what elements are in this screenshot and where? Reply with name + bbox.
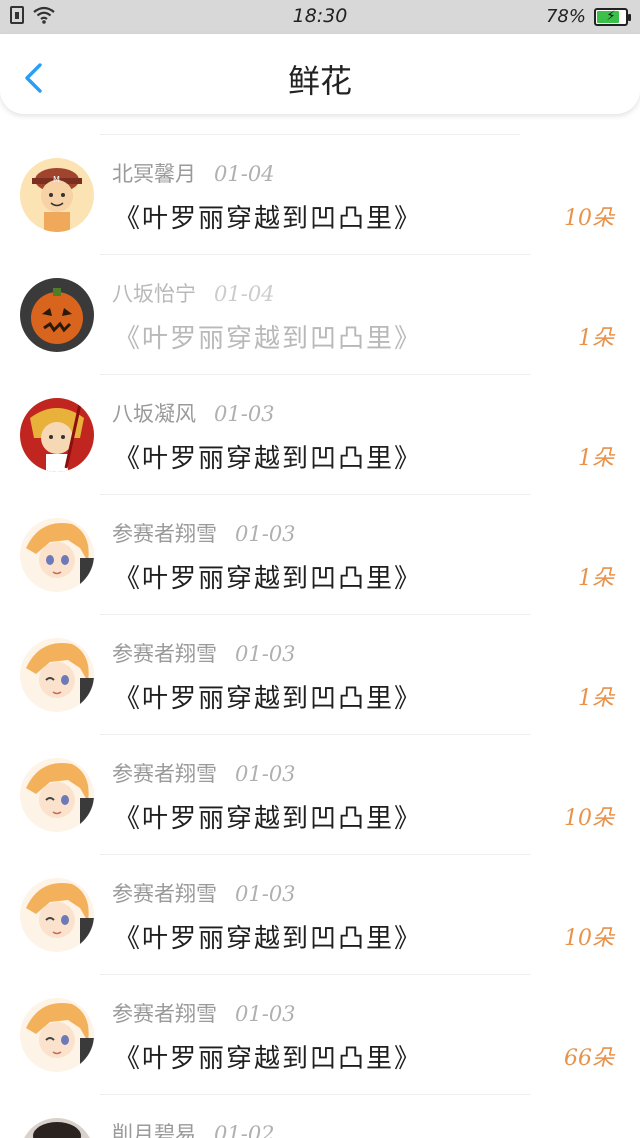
row-meta: 参赛者翔雪 01-03	[112, 878, 296, 908]
book-title[interactable]: 《叶罗丽穿越到凹凸里》	[114, 558, 422, 595]
user-name[interactable]: 八坂凝风	[112, 398, 196, 428]
row-date: 01-04	[214, 162, 275, 186]
row-date: 01-03	[235, 882, 296, 906]
book-title[interactable]: 《叶罗丽穿越到凹凸里》	[114, 678, 422, 715]
list-item[interactable]: 八坂凝风 01-03 《叶罗丽穿越到凹凸里》 1朵	[0, 354, 640, 495]
book-title[interactable]: 《叶罗丽穿越到凹凸里》	[114, 918, 422, 955]
list-item[interactable]: 参赛者翔雪 01-03 《叶罗丽穿越到凹凸里》 10朵	[0, 834, 640, 975]
list-item[interactable]: 削月碧易 01-02	[0, 1074, 640, 1138]
user-name[interactable]: 参赛者翔雪	[112, 518, 217, 548]
list-item[interactable]: 参赛者翔雪 01-03 《叶罗丽穿越到凹凸里》 66朵	[0, 954, 640, 1095]
user-name[interactable]: 削月碧易	[112, 1118, 196, 1138]
list-item[interactable]: M 北冥馨月 01-04 《叶罗丽穿越到凹凸里》 10朵	[0, 114, 640, 255]
flower-list[interactable]: M 北冥馨月 01-04 《叶罗丽穿越到凹凸里》 10朵 八坂怡宁 01-04	[0, 114, 640, 1138]
row-meta: 八坂凝风 01-03	[112, 398, 275, 428]
book-title[interactable]: 《叶罗丽穿越到凹凸里》	[114, 1038, 422, 1075]
user-name[interactable]: 参赛者翔雪	[112, 878, 217, 908]
row-meta: 参赛者翔雪 01-03	[112, 998, 296, 1028]
flower-amount: 1朵	[578, 686, 614, 711]
page-title: 鲜花	[287, 62, 352, 100]
flower-amount: 10朵	[564, 206, 614, 231]
row-date: 01-03	[214, 402, 275, 426]
row-meta: 参赛者翔雪 01-03	[112, 758, 296, 788]
book-title[interactable]: 《叶罗丽穿越到凹凸里》	[114, 318, 422, 355]
battery-percent: 78%	[545, 6, 586, 27]
avatar[interactable]	[20, 518, 94, 592]
user-name[interactable]: 参赛者翔雪	[112, 998, 217, 1028]
book-title[interactable]: 《叶罗丽穿越到凹凸里》	[114, 198, 422, 235]
row-meta: 八坂怡宁 01-04	[112, 278, 275, 308]
row-date: 01-03	[235, 762, 296, 786]
avatar[interactable]: M	[20, 158, 94, 232]
row-date: 01-02	[214, 1122, 275, 1138]
flower-amount: 1朵	[578, 446, 614, 471]
list-item[interactable]: 八坂怡宁 01-04 《叶罗丽穿越到凹凸里》 1朵	[0, 234, 640, 375]
row-meta: 北冥馨月 01-04	[112, 158, 275, 188]
avatar[interactable]	[20, 758, 94, 832]
avatar[interactable]	[20, 1118, 94, 1138]
flower-amount: 10朵	[564, 926, 614, 951]
flower-amount: 66朵	[564, 1046, 614, 1071]
svg-text:M: M	[53, 175, 60, 184]
list-item[interactable]: 参赛者翔雪 01-03 《叶罗丽穿越到凹凸里》 1朵	[0, 594, 640, 735]
avatar[interactable]	[20, 998, 94, 1072]
flower-amount: 10朵	[564, 806, 614, 831]
avatar[interactable]	[20, 638, 94, 712]
avatar[interactable]	[20, 398, 94, 472]
row-meta: 参赛者翔雪 01-03	[112, 638, 296, 668]
book-title[interactable]: 《叶罗丽穿越到凹凸里》	[114, 438, 422, 475]
status-time: 18:30	[292, 5, 348, 27]
list-item[interactable]: 参赛者翔雪 01-03 《叶罗丽穿越到凹凸里》 1朵	[0, 474, 640, 615]
list-item[interactable]: 参赛者翔雪 01-03 《叶罗丽穿越到凹凸里》 10朵	[0, 714, 640, 855]
status-right: 78% ⚡	[545, 6, 631, 27]
nav-bar: 鲜花	[0, 34, 640, 114]
flower-amount: 1朵	[578, 326, 614, 351]
avatar[interactable]	[20, 278, 94, 352]
row-date: 01-03	[235, 642, 296, 666]
flower-amount: 1朵	[578, 566, 614, 591]
user-name[interactable]: 参赛者翔雪	[112, 758, 217, 788]
avatar[interactable]	[20, 878, 94, 952]
status-bar: 18:30 78% ⚡	[0, 0, 640, 34]
row-meta: 参赛者翔雪 01-03	[112, 518, 296, 548]
user-name[interactable]: 八坂怡宁	[112, 278, 196, 308]
bolt-icon: ⚡	[606, 8, 616, 24]
user-name[interactable]: 北冥馨月	[112, 158, 196, 188]
user-name[interactable]: 参赛者翔雪	[112, 638, 217, 668]
row-meta: 削月碧易 01-02	[112, 1118, 275, 1138]
battery-charging-icon: ⚡	[594, 7, 631, 26]
row-date: 01-04	[214, 282, 275, 306]
book-title[interactable]: 《叶罗丽穿越到凹凸里》	[114, 798, 422, 835]
row-date: 01-03	[235, 522, 296, 546]
row-date: 01-03	[235, 1002, 296, 1026]
